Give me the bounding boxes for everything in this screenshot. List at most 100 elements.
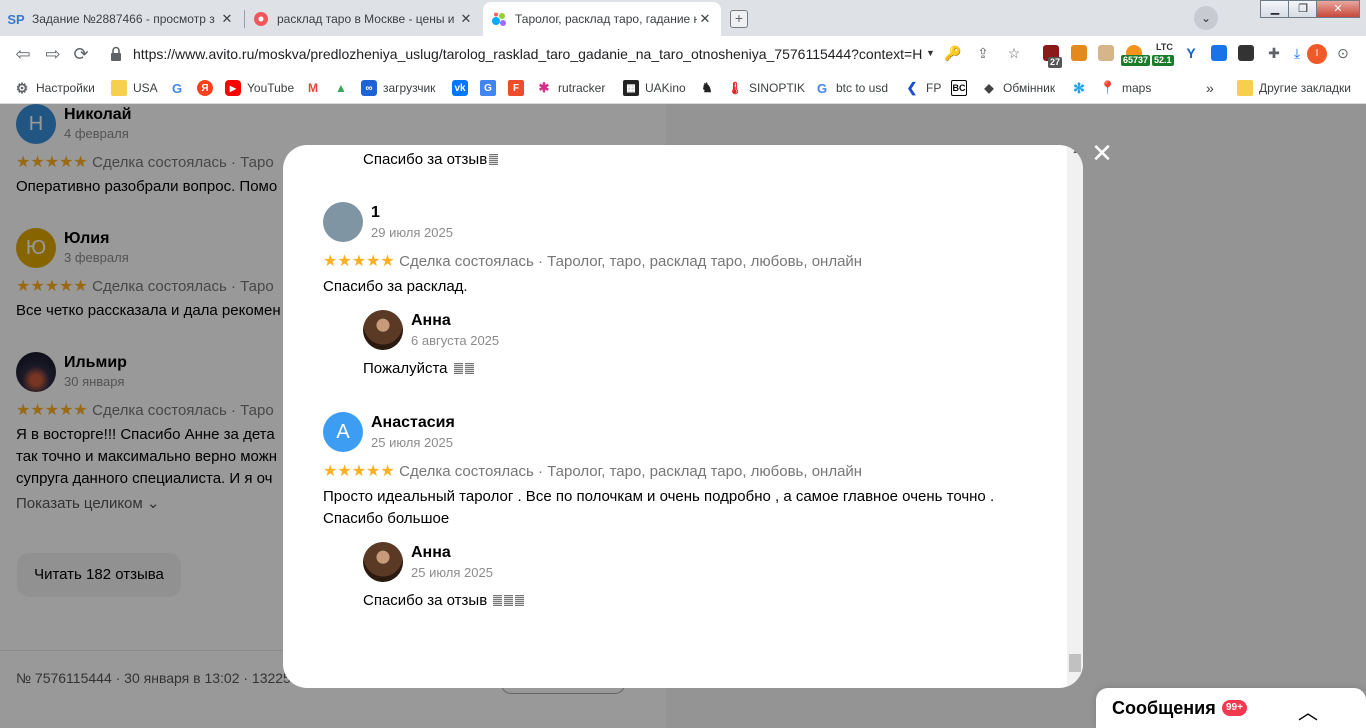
bookmark-vk[interactable]: vk — [452, 79, 474, 97]
puzzle-icon[interactable]: ✚ — [1265, 44, 1283, 62]
bookmark-translate[interactable]: G — [480, 79, 502, 97]
new-tab-icon[interactable]: + — [730, 10, 748, 28]
bookmarks-bar: ⚙ Настройки USA G Я ▶ YouTube M ▲ ∞ загрузч… — [0, 72, 1366, 104]
password-key-icon[interactable]: 🔑 — [944, 44, 962, 62]
download-extension-icon[interactable] — [1211, 45, 1227, 61]
shield-icon[interactable] — [1071, 45, 1087, 61]
chess-knight-icon: ♞ — [701, 80, 713, 95]
bookmark-google[interactable]: G — [169, 79, 191, 97]
minimize-icon[interactable]: ▁ — [1260, 0, 1290, 18]
modal-close-icon[interactable]: ✕ — [1090, 141, 1114, 167]
chevron-up-icon[interactable]: ︿ — [1298, 696, 1318, 725]
seller-name: Анна — [411, 312, 451, 329]
review-date: 29 июля 2025 — [371, 225, 453, 240]
tab-task[interactable]: SP Задание №2887466 - просмотр з ✕ — [0, 2, 243, 36]
messages-panel[interactable]: Сообщения 99+ ︿ — [1096, 688, 1366, 728]
back-arrow-icon[interactable]: ⇦ — [12, 44, 34, 64]
bookmark-loader[interactable]: ∞ загрузчик — [361, 79, 435, 97]
review-date: 25 июля 2025 — [371, 435, 453, 450]
bookmark-drive[interactable]: ▲ — [333, 79, 355, 97]
v-extension-icon[interactable]: Y — [1182, 44, 1200, 62]
profile-avatar[interactable]: I — [1307, 44, 1327, 64]
modal-scrollbar[interactable]: ▲ — [1067, 145, 1083, 688]
gear-icon: ⚙ — [15, 79, 29, 96]
bookmark-label: maps — [1122, 81, 1152, 95]
bookmark-uakino[interactable]: ▦ UAKino — [623, 79, 686, 97]
maximize-icon[interactable]: ❐ — [1288, 0, 1318, 18]
reply-text: Спасибо за отзыв — [363, 590, 525, 612]
bc-icon: BC — [951, 80, 967, 96]
bookmark-rutracker[interactable]: ✱ rutracker — [536, 79, 606, 97]
bookmark-gmail[interactable]: M — [305, 79, 327, 97]
close-icon[interactable]: ✕ — [219, 11, 235, 27]
thermometer-icon: 🌡 — [727, 81, 743, 95]
tab-title: расклад таро в Москве - цены и — [277, 12, 455, 26]
extension-badge: 27 — [1048, 57, 1063, 68]
tab-search-icon[interactable]: ⌄ — [1194, 6, 1218, 30]
rutracker-icon: ✱ — [538, 80, 550, 95]
star-rating-icon: ★★★★★ — [323, 253, 395, 270]
bookmark-label: Другие закладки — [1259, 81, 1351, 95]
bookmark-exchanger[interactable]: ◆ Обмінник — [981, 79, 1055, 97]
forward-arrow-icon[interactable]: ⇨ — [42, 44, 64, 64]
seller-name: Анна — [411, 544, 451, 561]
bookmark-fp[interactable]: ❮ FP — [904, 79, 942, 97]
avatar — [323, 202, 363, 242]
bookmark-f[interactable]: F — [508, 79, 530, 97]
folder-icon — [1237, 80, 1253, 96]
gmail-icon: M — [308, 81, 318, 95]
deal-status: Сделка состоялась · Таролог, таро, раскл… — [399, 463, 863, 480]
bookmark-other[interactable]: Другие закладки — [1237, 79, 1351, 97]
terminal-icon[interactable] — [1238, 45, 1254, 61]
reply-text: Пожалуйста — [363, 358, 474, 380]
f-icon: F — [508, 80, 524, 96]
bookmark-label: USA — [133, 81, 158, 95]
caret-down-icon[interactable]: ▼ — [926, 48, 935, 58]
diamond-icon: ◆ — [984, 81, 994, 95]
bookmark-youtube[interactable]: ▶ YouTube — [225, 79, 294, 97]
bookmark-bc[interactable]: BC — [951, 79, 973, 97]
bookmarks-more[interactable]: » — [1206, 79, 1214, 97]
google-icon: G — [171, 80, 183, 96]
bookmark-btc-usd[interactable]: Gbtc to usd — [814, 79, 888, 97]
bookmark-label: SINOPTIK — [749, 81, 806, 95]
face-icon[interactable] — [1098, 45, 1114, 61]
drive-icon: ▲ — [335, 81, 347, 95]
deal-status: Сделка состоялась · Таролог, таро, раскл… — [399, 253, 863, 270]
reply-date: 6 августа 2025 — [411, 333, 500, 348]
bookmark-label: rutracker — [558, 81, 606, 95]
close-icon[interactable]: ✕ — [458, 11, 474, 27]
bookmark-yandex[interactable]: Я — [197, 79, 219, 97]
address-bar[interactable]: https://www.avito.ru/moskva/predlozheniy… — [133, 46, 923, 62]
fp-icon: ❮ — [906, 80, 918, 95]
sparkle-icon: ✻ — [1073, 79, 1085, 96]
bookmark-maps[interactable]: 📍 maps — [1100, 79, 1151, 97]
window-close-icon[interactable]: ✕ — [1316, 0, 1360, 18]
downloads-icon[interactable]: ⤓ — [1288, 44, 1306, 62]
bookmark-label: загрузчик — [383, 81, 436, 95]
bookmark-star-icon[interactable]: ☆ — [1005, 44, 1023, 62]
bookmark-settings[interactable]: ⚙ Настройки — [14, 79, 95, 97]
menu-icon[interactable]: ⊙ — [1334, 44, 1352, 62]
translate-icon: G — [480, 80, 496, 96]
reload-icon[interactable]: ⟳ — [70, 44, 92, 64]
tab-tarot-moscow[interactable]: расклад таро в Москве - цены и ✕ — [245, 2, 482, 36]
rating-row: ★★★★★ Сделка состоялась · Таролог, таро,… — [323, 461, 862, 481]
bookmark-chess[interactable]: ♞ — [699, 79, 721, 97]
toolbar: ⇦ ⇨ ⟳ https://www.avito.ru/moskva/predlo… — [0, 36, 1366, 72]
avito-icon — [491, 11, 507, 27]
tab-tarolog-active[interactable]: Таролог, расклад таро, гадание н ✕ — [483, 2, 721, 36]
share-icon[interactable]: ⇪ — [974, 44, 992, 62]
lock-icon[interactable] — [110, 46, 122, 62]
google-icon: G — [816, 80, 828, 96]
bookmark-usa[interactable]: USA — [111, 79, 158, 97]
bookmark-label: Обмінник — [1003, 81, 1056, 95]
bookmark-sinoptik[interactable]: 🌡 SINOPTIK — [727, 79, 805, 97]
scroll-thumb[interactable] — [1069, 654, 1081, 672]
review-text: Спасибо за расклад. — [323, 278, 468, 295]
btc-price-badge: 65737 — [1121, 55, 1151, 66]
scroll-up-icon[interactable]: ▲ — [1072, 148, 1079, 155]
reviews-modal: Спасибо за отзыв 1 29 июля 2025 ★★★★★ Сд… — [283, 145, 1083, 688]
bookmark-star[interactable]: ✻ — [1071, 79, 1093, 97]
close-icon[interactable]: ✕ — [697, 11, 713, 27]
